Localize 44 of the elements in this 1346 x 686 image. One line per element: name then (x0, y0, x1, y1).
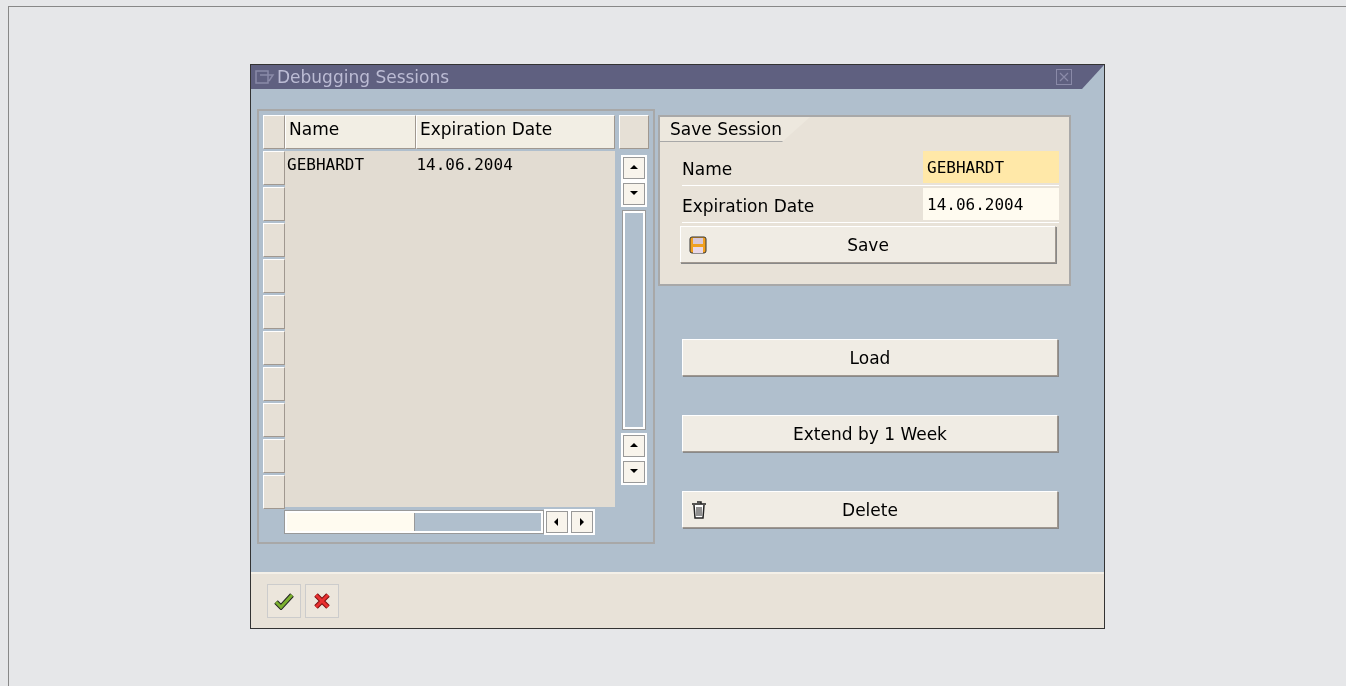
scrollbar-track[interactable] (623, 211, 645, 429)
field-label: Name (682, 158, 733, 179)
input-field[interactable]: 14.06.2004 (923, 188, 1059, 220)
row-selector[interactable] (263, 331, 285, 365)
scroll-down-button[interactable] (623, 183, 645, 205)
cross-icon (313, 592, 331, 610)
action-button[interactable]: Extend by 1 Week (682, 415, 1058, 452)
scroll-up-button[interactable] (623, 435, 645, 457)
select-all-button[interactable] (263, 115, 285, 149)
confirm-button[interactable] (267, 584, 301, 618)
scroll-right-button[interactable] (571, 511, 593, 533)
action-button[interactable]: Load (682, 339, 1058, 376)
column-settings-button[interactable] (619, 115, 649, 149)
row-selector[interactable] (263, 367, 285, 401)
scroll-left-button[interactable] (546, 511, 568, 533)
arrow-right-icon (577, 517, 587, 527)
group-title: Save Session (660, 117, 810, 142)
scrollbar-track[interactable] (285, 511, 543, 533)
column-header[interactable]: Expiration Date (416, 115, 615, 149)
trash-can-icon (691, 500, 707, 519)
row-selector[interactable] (263, 403, 285, 437)
scrollbar-thumb[interactable] (287, 513, 415, 531)
row-selector[interactable] (263, 259, 285, 293)
table-cell-text: GEBHARDT (286, 154, 366, 176)
window-title: Debugging Sessions (277, 67, 450, 87)
window-icon (255, 69, 275, 85)
cancel-button[interactable] (305, 584, 339, 618)
row-selector[interactable] (263, 295, 285, 329)
input-field[interactable]: GEBHARDT (923, 151, 1059, 183)
scroll-up-button[interactable] (623, 157, 645, 179)
action-button[interactable]: Save (680, 226, 1056, 263)
table-cell-text: 14.06.2004 (415, 154, 514, 176)
checkmark-icon (274, 592, 294, 610)
row-selector[interactable] (263, 151, 285, 185)
scroll-down-button[interactable] (623, 461, 645, 483)
column-header[interactable]: Name (285, 115, 416, 149)
close-icon (1059, 72, 1069, 82)
field-label: Expiration Date (682, 195, 815, 216)
action-button[interactable]: Delete (682, 491, 1058, 528)
close-button[interactable] (1056, 69, 1072, 85)
row-selector[interactable] (263, 187, 285, 221)
row-selector[interactable] (263, 223, 285, 257)
row-selector[interactable] (263, 475, 285, 509)
row-selector[interactable] (263, 439, 285, 473)
